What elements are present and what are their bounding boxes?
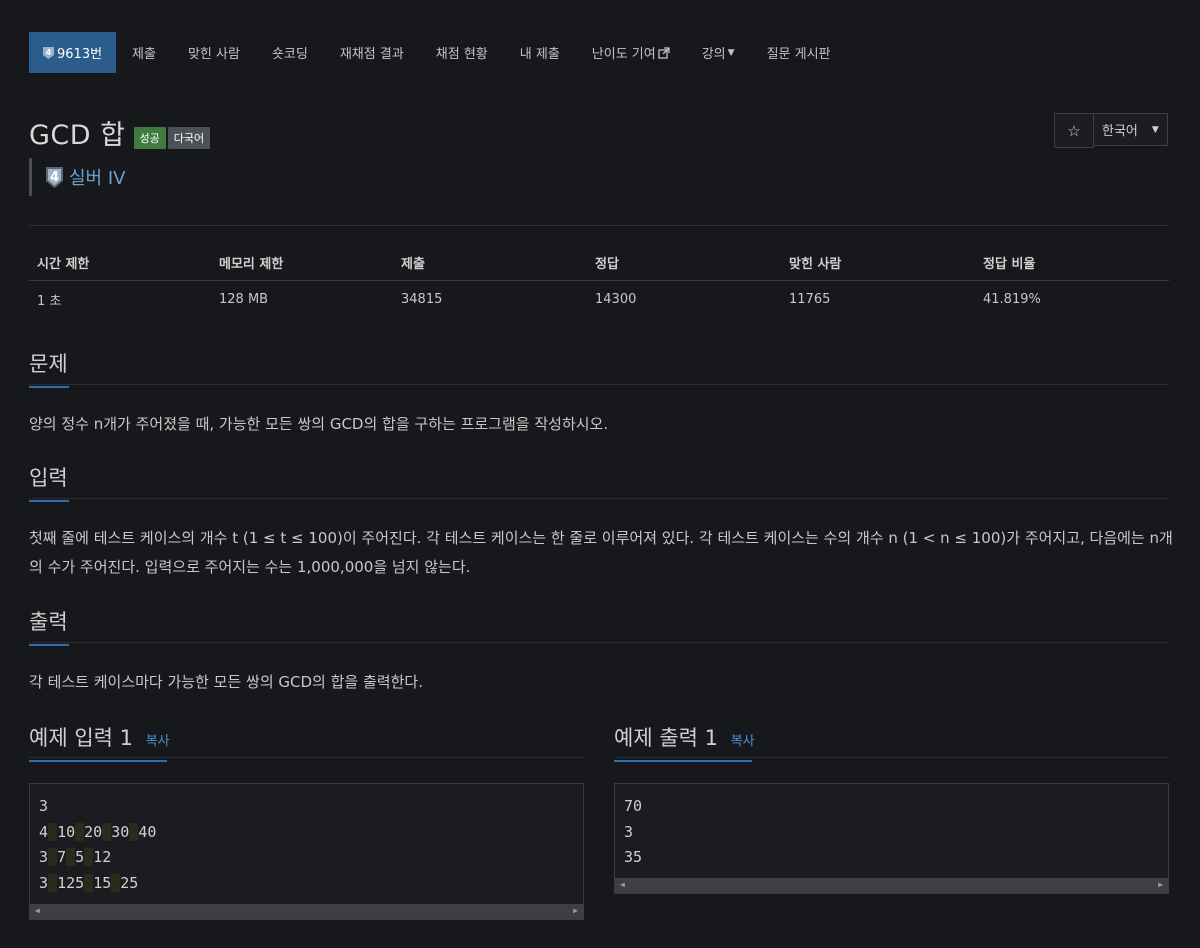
solved-users-value: 11765 (789, 292, 831, 307)
sample-output-heading: 예제 출력 1 복사 (614, 722, 755, 762)
header-accepted: 정답 (587, 245, 781, 281)
accept-ratio-value: 41.819% (983, 292, 1041, 307)
stats-row: 1 초 128 MB 34815 14300 11765 41.819% (29, 281, 1169, 319)
problem-description: 양의 정수 n개가 주어졌을 때, 가능한 모든 쌍의 GCD의 합을 구하는 … (29, 415, 609, 433)
nav-solved-users-label: 맞힌 사람 (187, 47, 240, 62)
nav-difficulty-contribution[interactable]: 난이도 기여 (576, 32, 686, 73)
nav-rejudge-results-label: 재채점 결과 (339, 47, 404, 62)
nav-rejudge-results[interactable]: 재채점 결과 (324, 32, 420, 73)
heading-underline (29, 760, 167, 762)
star-button[interactable]: ☆ (1054, 113, 1094, 148)
external-link-icon (658, 46, 670, 59)
horizontal-scrollbar[interactable]: ◀ ▶ (615, 878, 1168, 893)
language-label: 한국어 (1102, 124, 1138, 139)
memory-limit-value: 128 MB (219, 292, 269, 307)
header-accept-ratio: 정답 비율 (975, 245, 1169, 281)
sample-output-line: 35 (624, 848, 643, 866)
tier-silver-4-icon: 4 (46, 166, 63, 188)
tier-info: 4 실버 IV (29, 158, 125, 196)
nav-lectures-label: 강의 (701, 47, 726, 62)
page-title: GCD 합 (29, 120, 126, 151)
divider (29, 225, 1169, 226)
multilingual-label: 다국어 (167, 126, 211, 149)
heading-underline (29, 644, 69, 646)
sample-input-line: 3 125 15 25 (39, 873, 139, 892)
scroll-left-icon[interactable]: ◀ (35, 906, 40, 915)
problem-menu: 4 9613번 제출 맞힌 사람 숏코딩 재채점 결과 채점 현황 내 제출 난… (29, 32, 847, 73)
header-memory-limit: 메모리 제한 (211, 245, 393, 281)
section-divider (29, 757, 584, 758)
sample-output-line: 70 (624, 797, 643, 815)
sample-output-line: 3 (624, 822, 634, 841)
nav-problem-number[interactable]: 4 9613번 (29, 32, 117, 73)
header-submissions: 제출 (393, 245, 587, 281)
nav-question-board[interactable]: 질문 게시판 (751, 32, 847, 73)
scroll-right-icon[interactable]: ▶ (1158, 880, 1163, 889)
time-limit-value: 1 초 (37, 294, 62, 309)
section-divider (29, 498, 1169, 499)
nav-judge-status-label: 채점 현황 (435, 47, 488, 62)
nav-submit-label: 제출 (132, 47, 156, 62)
scroll-right-icon[interactable]: ▶ (573, 906, 578, 915)
star-icon: ☆ (1067, 121, 1081, 140)
sample-input-line: 3 7 5 12 (39, 848, 112, 866)
output-heading: 출력 (29, 606, 69, 646)
heading-underline (614, 760, 752, 762)
problem-tools: ☆ 한국어 ▼ (1054, 113, 1168, 148)
heading-underline (29, 386, 69, 388)
header-time-limit: 시간 제한 (29, 245, 211, 281)
nav-my-submissions-label: 내 제출 (519, 47, 560, 62)
sample-output-heading-text: 예제 출력 1 (614, 726, 718, 750)
nav-problem-number-label: 9613번 (57, 47, 103, 62)
nav-short-coding[interactable]: 숏코딩 (256, 32, 324, 73)
nav-question-board-label: 질문 게시판 (766, 47, 831, 62)
nav-difficulty-contribution-label: 난이도 기여 (591, 47, 656, 62)
nav-solved-users[interactable]: 맞힌 사람 (172, 32, 256, 73)
sample-output-code: 70 3 35 (615, 784, 1168, 871)
problem-heading: 문제 (29, 348, 69, 388)
input-heading: 입력 (29, 462, 69, 502)
sample-input-line: 4 10 20 30 40 (39, 822, 157, 841)
sample-input-heading-text: 예제 입력 1 (29, 726, 133, 750)
stats-header-row: 시간 제한 메모리 제한 제출 정답 맞힌 사람 정답 비율 (29, 245, 1169, 281)
caret-down-icon: ▼ (727, 47, 735, 58)
problem-title-row: GCD 합 성공 다국어 (29, 113, 212, 152)
problem-heading-text: 문제 (29, 352, 68, 376)
header-solved-users: 맞힌 사람 (781, 245, 975, 281)
submissions-value: 34815 (401, 292, 443, 307)
sample-input-heading: 예제 입력 1 복사 (29, 722, 170, 762)
language-dropdown[interactable]: 한국어 ▼ (1094, 113, 1168, 146)
tier-link[interactable]: 실버 IV (69, 164, 125, 190)
nav-short-coding-label: 숏코딩 (271, 47, 308, 62)
nav-submit[interactable]: 제출 (116, 32, 172, 73)
tier-silver-4-icon: 4 (43, 46, 54, 59)
nav-lectures-dropdown[interactable]: 강의 ▼ (686, 32, 751, 73)
section-divider (29, 384, 1169, 385)
sample-input-box[interactable]: 3 4 10 20 30 40 3 7 5 12 3 125 15 25 ◀ ▶ (29, 783, 584, 920)
scroll-left-icon[interactable]: ◀ (620, 880, 625, 889)
nav-judge-status[interactable]: 채점 현황 (420, 32, 504, 73)
copy-sample-input-button[interactable]: 복사 (146, 734, 170, 749)
svg-text:4: 4 (46, 48, 52, 57)
horizontal-scrollbar[interactable]: ◀ ▶ (30, 904, 583, 919)
copy-sample-output-button[interactable]: 복사 (731, 734, 755, 749)
section-divider (29, 642, 1169, 643)
input-heading-text: 입력 (29, 466, 68, 490)
sample-input-code: 3 4 10 20 30 40 3 7 5 12 3 125 15 25 (30, 784, 583, 896)
accepted-value: 14300 (595, 292, 637, 307)
section-divider (614, 757, 1169, 758)
output-description: 각 테스트 케이스마다 가능한 모든 쌍의 GCD의 합을 출력한다. (29, 673, 423, 691)
nav-my-submissions[interactable]: 내 제출 (504, 32, 576, 73)
sample-output-box[interactable]: 70 3 35 ◀ ▶ (614, 783, 1169, 894)
tier-number: 4 (50, 170, 59, 185)
input-description: 첫째 줄에 테스트 케이스의 개수 t (1 ≤ t ≤ 100)이 주어진다.… (29, 529, 1173, 576)
caret-down-icon: ▼ (1151, 124, 1159, 135)
output-heading-text: 출력 (29, 610, 68, 634)
sample-input-line: 3 (39, 797, 49, 815)
success-label: 성공 (133, 126, 166, 149)
problem-stats-table: 시간 제한 메모리 제한 제출 정답 맞힌 사람 정답 비율 1 초 128 M… (29, 245, 1169, 318)
heading-underline (29, 500, 69, 502)
